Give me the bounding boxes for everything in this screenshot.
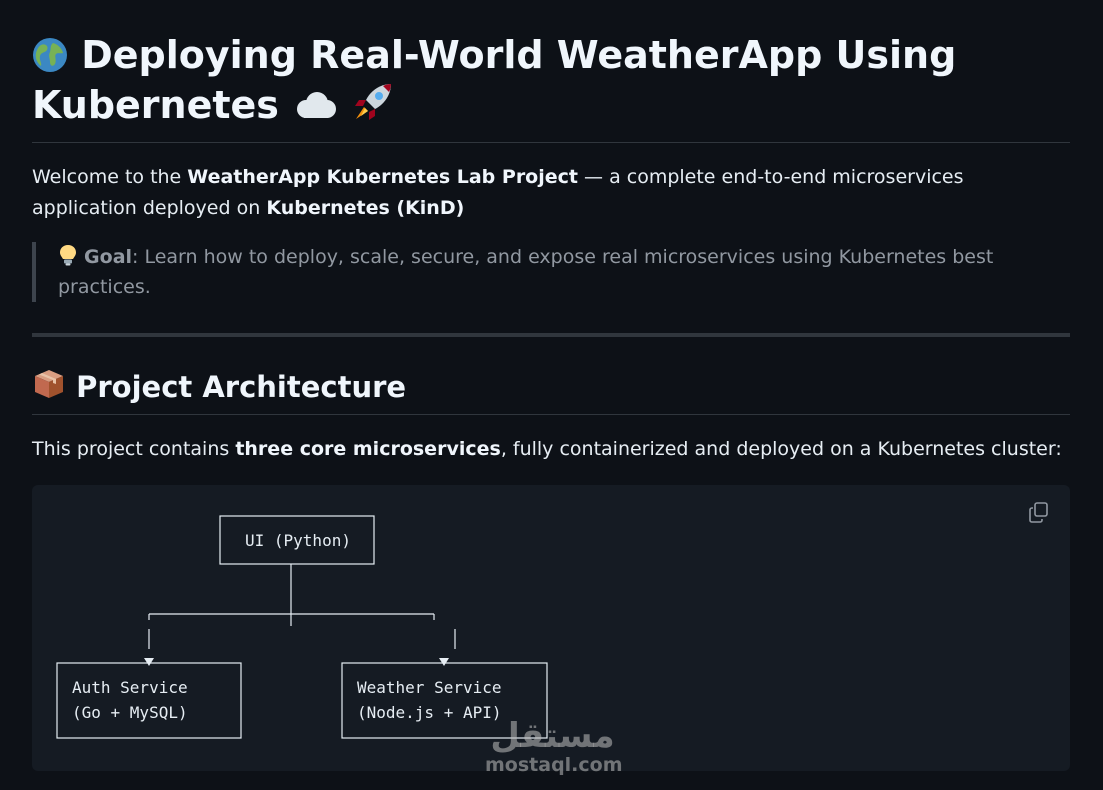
auth-stack: (Go + MySQL)	[72, 703, 188, 722]
copy-icon	[1029, 502, 1048, 523]
lightbulb-icon	[58, 245, 78, 268]
weather-stack: (Node.js + API)	[357, 703, 502, 722]
package-icon	[32, 370, 76, 404]
copy-button[interactable]	[1026, 499, 1054, 527]
auth-arrow	[144, 658, 154, 666]
globe-icon	[32, 33, 81, 77]
architecture-heading-text: Project Architecture	[76, 370, 407, 404]
intro-paragraph: Welcome to the WeatherApp Kubernetes Lab…	[32, 166, 964, 219]
auth-box	[56, 662, 242, 739]
architecture-description: This project contains three core microse…	[32, 438, 1062, 460]
rocket-icon	[351, 83, 395, 127]
auth-label: Auth Service	[72, 678, 188, 697]
weather-box	[341, 662, 548, 739]
goal-blockquote: Goal: Learn how to deploy, scale, secure…	[32, 242, 1070, 302]
weather-label: Weather Service	[357, 678, 502, 697]
platform-name: Kubernetes (KinD)	[266, 197, 465, 219]
goal-label: Goal	[84, 246, 133, 268]
section-divider	[32, 333, 1070, 337]
ui-label: UI (Python)	[245, 531, 351, 550]
heading-divider	[32, 414, 1070, 415]
cloud-icon	[292, 83, 351, 127]
project-name: WeatherApp Kubernetes Lab Project	[187, 166, 578, 188]
title-divider	[32, 142, 1070, 143]
readme-page: Deploying Real-World WeatherApp Using Ku…	[0, 0, 1103, 790]
goal-text: Goal: Learn how to deploy, scale, secure…	[58, 245, 994, 298]
architecture-code-block: UI (Python) Auth Service (Go + MySQL) We…	[32, 485, 1070, 771]
architecture-diagram: UI (Python) Auth Service (Go + MySQL) We…	[56, 515, 548, 739]
architecture-heading: Project Architecture	[32, 366, 406, 408]
core-services-emphasis: three core microservices	[235, 438, 501, 460]
page-title-line1: Deploying Real-World WeatherApp Using	[81, 33, 957, 77]
weather-arrow	[439, 658, 449, 666]
page-title: Deploying Real-World WeatherApp Using Ku…	[32, 30, 1072, 130]
page-title-line2: Kubernetes	[32, 83, 279, 127]
